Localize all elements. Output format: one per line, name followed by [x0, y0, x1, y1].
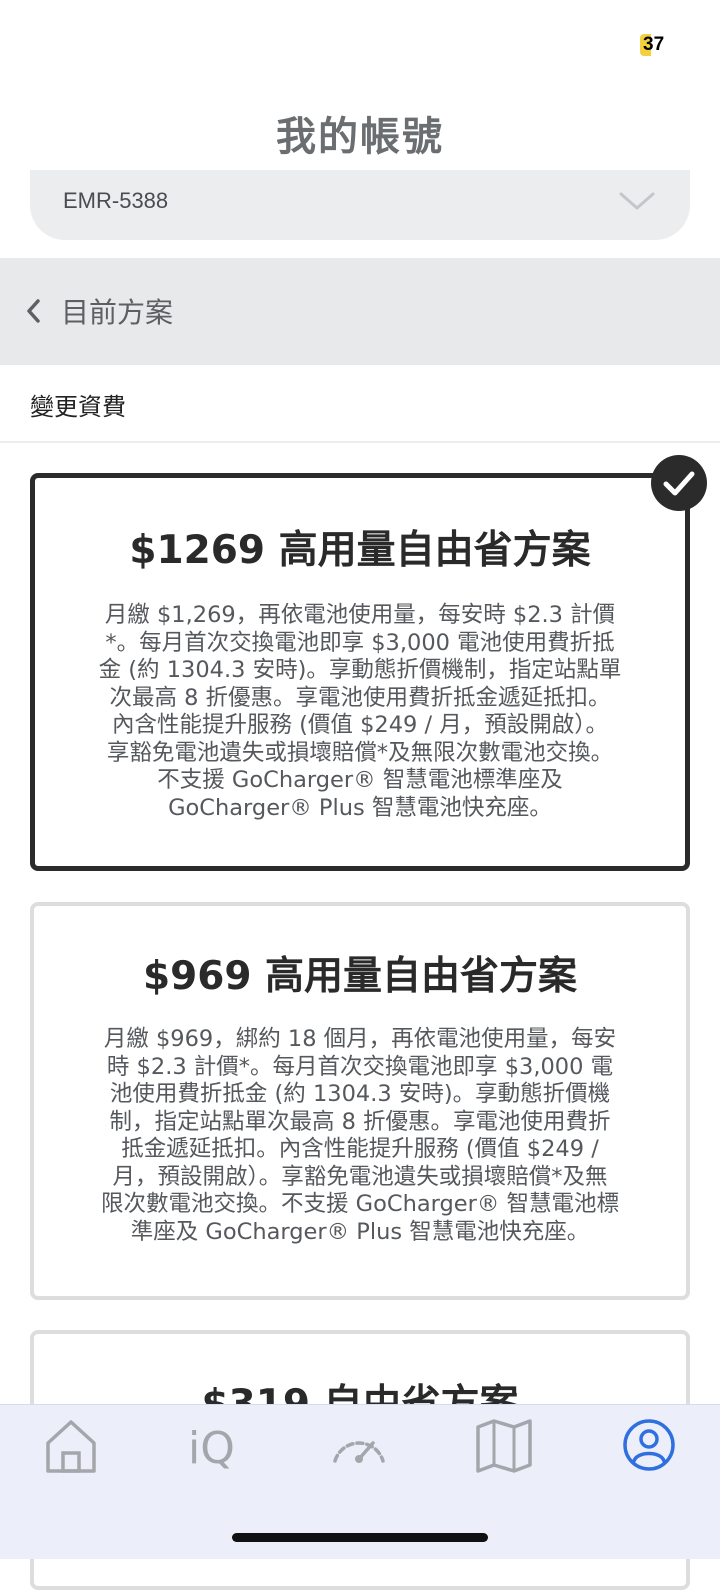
- plan-description-line: 不支援 GoCharger® 智慧電池標準座及: [157, 767, 563, 793]
- plan-description-line: 準座及 GoCharger® Plus 智慧電池快充座。: [130, 1218, 590, 1245]
- plan-title: $1269 高用量自由省方案: [129, 528, 591, 573]
- bottom-tab-bar: iQ: [0, 1404, 720, 1559]
- chevron-left-icon[interactable]: [24, 298, 44, 324]
- plan-description-line: 月，預設開啟）。享豁免電池遺失或損壞賠償*及無: [112, 1163, 608, 1190]
- selected-check-icon: [651, 455, 707, 511]
- home-icon[interactable]: [41, 1415, 101, 1475]
- plan-description-line: 限次數電池交換。不支援 GoCharger® 智慧電池標: [101, 1191, 619, 1217]
- speedometer-icon[interactable]: [329, 1415, 389, 1475]
- status-bar: 37: [0, 0, 720, 80]
- plan-description-line: 金 (約 1304.3 安時)。享動態折價機制，指定站點單: [98, 657, 622, 683]
- svg-text:iQ: iQ: [188, 1423, 235, 1474]
- section-header: 變更資費: [0, 365, 720, 443]
- plan-card-969[interactable]: $969 高用量自由省方案 月繳 $969，綁約 18 個月，再依電池使用量，每…: [30, 902, 690, 1300]
- plan-description-line: *。每月首次交換電池即享 $3,000 電池使用費折抵: [105, 629, 615, 656]
- chevron-down-icon: [619, 192, 655, 210]
- plan-description-line: 享豁免電池遺失或損壞賠償*及無限次數電池交換。: [106, 739, 614, 766]
- map-icon[interactable]: [474, 1415, 534, 1475]
- plan-card-1269[interactable]: $1269 高用量自由省方案 月繳 $1,269，再依電池使用量，每安時 $2.…: [30, 473, 690, 871]
- iq-icon[interactable]: iQ: [186, 1415, 246, 1475]
- plan-description: 月繳 $969，綁約 18 個月，再依電池使用量，每安 時 $2.3 計價*。每…: [34, 1026, 686, 1246]
- back-navigation-bar[interactable]: 目前方案: [0, 258, 720, 365]
- page-title: 我的帳號: [276, 114, 444, 160]
- section-label: 變更資費: [30, 393, 126, 421]
- battery-indicator: 37: [640, 34, 668, 56]
- plan-description-line: 內含性能提升服務 (價值 $249 / 月，預設開啟）。: [112, 712, 608, 738]
- plan-description-line: 池使用費折抵金 (約 1304.3 安時)。享動態折價機: [109, 1081, 611, 1107]
- plan-description: 月繳 $1,269，再依電池使用量，每安時 $2.3 計價 *。每月首次交換電池…: [35, 602, 685, 822]
- home-indicator: [232, 1533, 488, 1542]
- account-dropdown[interactable]: EMR-5388: [30, 170, 690, 240]
- back-label: 目前方案: [61, 296, 174, 329]
- plan-description-line: 月繳 $1,269，再依電池使用量，每安時 $2.3 計價: [104, 602, 616, 628]
- profile-icon[interactable]: [619, 1415, 679, 1475]
- plan-description-line: GoCharger® Plus 智慧電池快充座。: [168, 794, 552, 821]
- plan-description-line: 制，指定站點單次最高 8 折優惠。享電池使用費折: [109, 1108, 611, 1135]
- plan-description-line: 次最高 8 折優惠。享電池使用費折抵金遞延抵扣。: [109, 684, 611, 711]
- plan-title: $969 高用量自由省方案: [142, 954, 578, 999]
- account-dropdown-value: EMR-5388: [63, 188, 169, 213]
- plan-description-line: 時 $2.3 計價*。每月首次交換電池即享 $3,000 電: [106, 1053, 614, 1080]
- plan-description-line: 月繳 $969，綁約 18 個月，再依電池使用量，每安: [103, 1026, 617, 1052]
- plan-description-line: 抵金遞延抵扣。內含性能提升服務 (價值 $249 /: [121, 1136, 599, 1162]
